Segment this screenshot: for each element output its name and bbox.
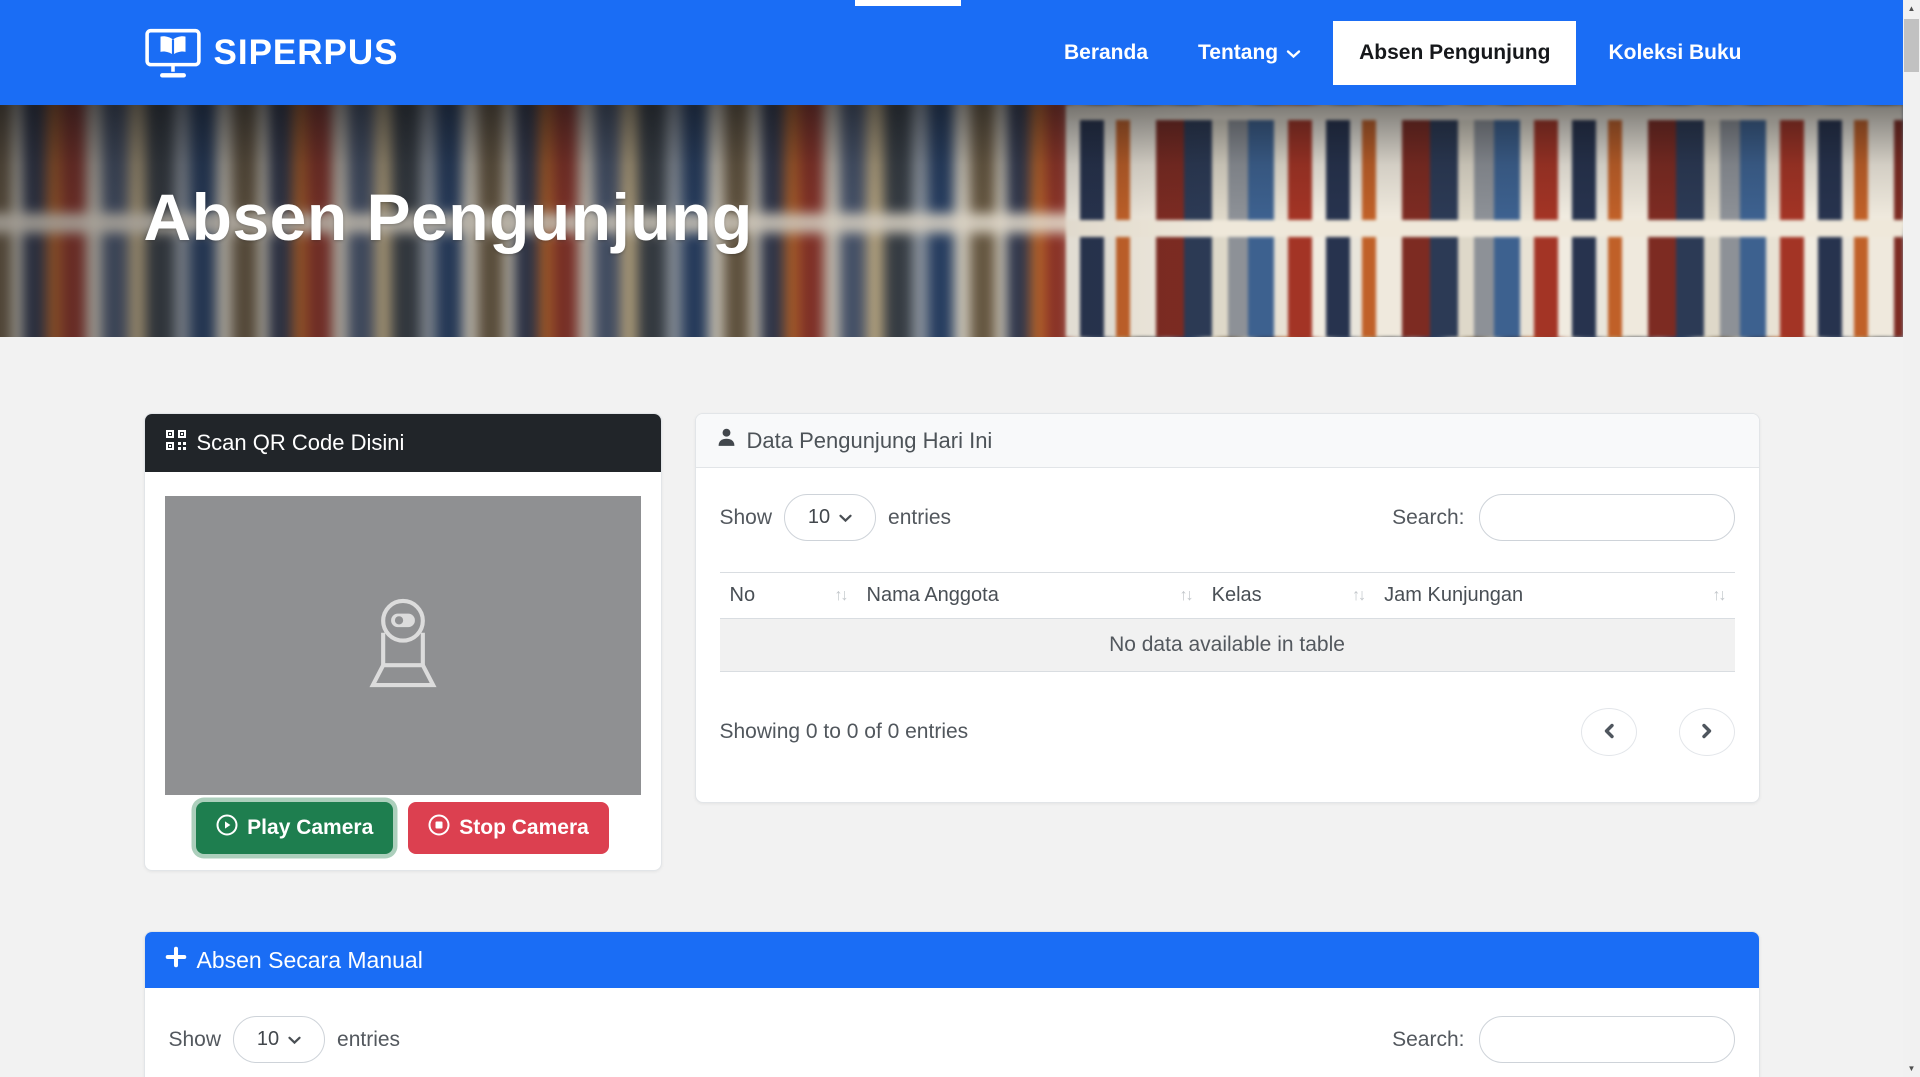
camera-preview [165,496,641,795]
manual-search-control: Search: [1392,1016,1734,1063]
hero-banner: Absen Pengunjung [0,105,1903,337]
search-input[interactable] [1479,494,1735,541]
nav-item-beranda[interactable]: Beranda [1046,21,1166,85]
show-label: Show [720,506,773,530]
navbar: SIPERPUS Beranda Tentang Absen Pengunjun… [0,0,1903,105]
top-notch [855,0,961,6]
entries-label: entries [337,1028,400,1052]
main-content: Scan QR Code Disini [144,337,1760,1077]
stop-circle-icon [428,814,450,842]
scroll-up-button[interactable]: ▲ [1903,0,1920,17]
page-length-select[interactable]: 10 [784,494,876,541]
nav-item-koleksi-buku[interactable]: Koleksi Buku [1590,21,1759,85]
nav-item-tentang-label: Tentang [1198,41,1278,65]
chevron-right-icon [1701,723,1713,742]
qr-card-header: Scan QR Code Disini [145,414,661,472]
brand-logo[interactable]: SIPERPUS [144,28,399,78]
select-chevron-icon [288,1028,301,1051]
column-header-nama-anggota[interactable]: Nama Anggota↑↓ [857,573,1202,619]
search-control: Search: [1392,494,1734,541]
play-circle-icon [216,814,238,842]
plus-icon [165,946,187,974]
qr-card-title: Scan QR Code Disini [197,430,405,456]
manual-page-length-select[interactable]: 10 [233,1016,325,1063]
manual-card-title: Absen Secara Manual [197,947,423,974]
play-camera-label: Play Camera [247,816,373,840]
sort-icon: ↑↓ [835,587,847,605]
webcam-icon [351,597,455,694]
column-header-jam-kunjungan[interactable]: Jam Kunjungan↑↓ [1374,573,1734,619]
main-nav: Beranda Tentang Absen Pengunjung Koleksi… [1046,21,1760,85]
pagination-prev-button[interactable] [1581,708,1637,756]
nav-item-absen-pengunjung[interactable]: Absen Pengunjung [1333,21,1576,85]
stop-camera-label: Stop Camera [459,816,589,840]
scrollbar-thumb[interactable] [1904,19,1919,72]
visitor-table: No↑↓ Nama Anggota↑↓ Kelas↑↓ Jam Kunjunga… [720,572,1735,672]
empty-table-message: No data available in table [720,619,1735,672]
scrollbar[interactable]: ▲ ▼ [1903,0,1920,1077]
visitor-data-card: Data Pengunjung Hari Ini Show 10 [695,413,1760,803]
scroll-down-button[interactable]: ▼ [1903,1060,1920,1077]
page: SIPERPUS Beranda Tentang Absen Pengunjun… [0,0,1903,1077]
person-icon [716,427,737,454]
brand-name: SIPERPUS [214,33,399,73]
play-camera-button[interactable]: Play Camera [196,802,393,854]
search-label: Search: [1392,506,1464,530]
qr-code-icon [165,429,187,457]
table-info-text: Showing 0 to 0 of 0 entries [720,720,969,744]
pagination-next-button[interactable] [1679,708,1735,756]
sort-icon: ↑↓ [1713,587,1725,605]
search-label: Search: [1392,1028,1464,1052]
sort-icon: ↑↓ [1180,587,1192,605]
chevron-left-icon [1603,723,1615,742]
stop-camera-button[interactable]: Stop Camera [408,802,609,854]
page-length-value: 10 [257,1028,279,1051]
entries-label: entries [888,506,951,530]
manual-page-length-control: Show 10 entries [169,1016,401,1063]
manual-search-input[interactable] [1479,1016,1735,1063]
column-header-kelas[interactable]: Kelas↑↓ [1202,573,1375,619]
empty-table-row: No data available in table [720,619,1735,672]
sort-icon: ↑↓ [1352,587,1364,605]
qr-scan-card: Scan QR Code Disini [144,413,662,871]
pagination [1581,708,1735,756]
visitor-card-title: Data Pengunjung Hari Ini [747,428,993,454]
page-title: Absen Pengunjung [144,179,753,255]
table-header-row: No↑↓ Nama Anggota↑↓ Kelas↑↓ Jam Kunjunga… [720,573,1735,619]
select-chevron-icon [839,506,852,529]
visitor-card-header: Data Pengunjung Hari Ini [696,414,1759,468]
nav-item-tentang[interactable]: Tentang [1180,21,1319,85]
page-length-value: 10 [808,506,830,529]
manual-absen-card: Absen Secara Manual Show 10 entries [144,931,1760,1077]
column-header-no[interactable]: No↑↓ [720,573,857,619]
monitor-book-icon [144,28,202,78]
page-length-control: Show 10 entries [720,494,952,541]
manual-card-header[interactable]: Absen Secara Manual [145,932,1759,988]
show-label: Show [169,1028,222,1052]
chevron-down-icon [1286,41,1301,65]
